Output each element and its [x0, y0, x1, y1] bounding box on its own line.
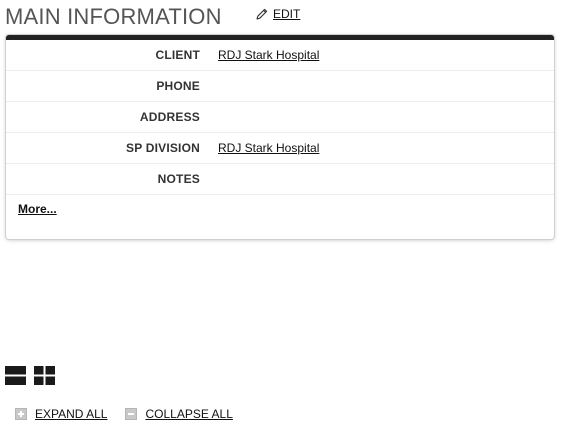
page-title: MAIN INFORMATION	[5, 4, 222, 29]
more-link[interactable]: More...	[18, 202, 57, 216]
collapse-all-button[interactable]: COLLAPSE ALL	[125, 407, 233, 421]
plus-icon	[15, 408, 27, 420]
field-label: NOTES	[157, 172, 200, 186]
edit-label[interactable]: EDIT	[273, 7, 300, 21]
field-row-phone: PHONE	[6, 71, 554, 102]
grid-view-icon[interactable]	[34, 365, 55, 386]
field-row-notes: NOTES	[6, 164, 554, 195]
sp-division-link[interactable]: RDJ Stark Hospital	[218, 141, 319, 155]
field-row-sp-division: SP DIVISION RDJ Stark Hospital	[6, 133, 554, 164]
minus-icon	[125, 408, 138, 420]
field-row-address: ADDRESS	[6, 102, 554, 133]
pencil-icon	[256, 8, 268, 20]
expand-collapse-controls: EXPAND ALL COLLAPSE ALL	[15, 407, 233, 421]
section-header: MAIN INFORMATION EDIT	[5, 4, 545, 30]
view-toggles	[5, 365, 55, 386]
list-view-icon[interactable]	[5, 365, 26, 386]
field-label: PHONE	[156, 79, 200, 93]
field-label: SP DIVISION	[125, 141, 200, 155]
field-label: ADDRESS	[139, 110, 200, 124]
expand-all-label[interactable]: EXPAND ALL	[35, 407, 107, 421]
main-information-card: CLIENT RDJ Stark Hospital PHONE ADDRESS …	[6, 35, 554, 239]
collapse-all-label[interactable]: COLLAPSE ALL	[145, 407, 232, 421]
more-row: More...	[6, 195, 554, 223]
field-label: CLIENT	[155, 48, 200, 62]
edit-link[interactable]: EDIT	[255, 7, 300, 21]
client-link[interactable]: RDJ Stark Hospital	[218, 48, 319, 62]
expand-all-button[interactable]: EXPAND ALL	[15, 407, 107, 421]
field-row-client: CLIENT RDJ Stark Hospital	[6, 40, 554, 71]
